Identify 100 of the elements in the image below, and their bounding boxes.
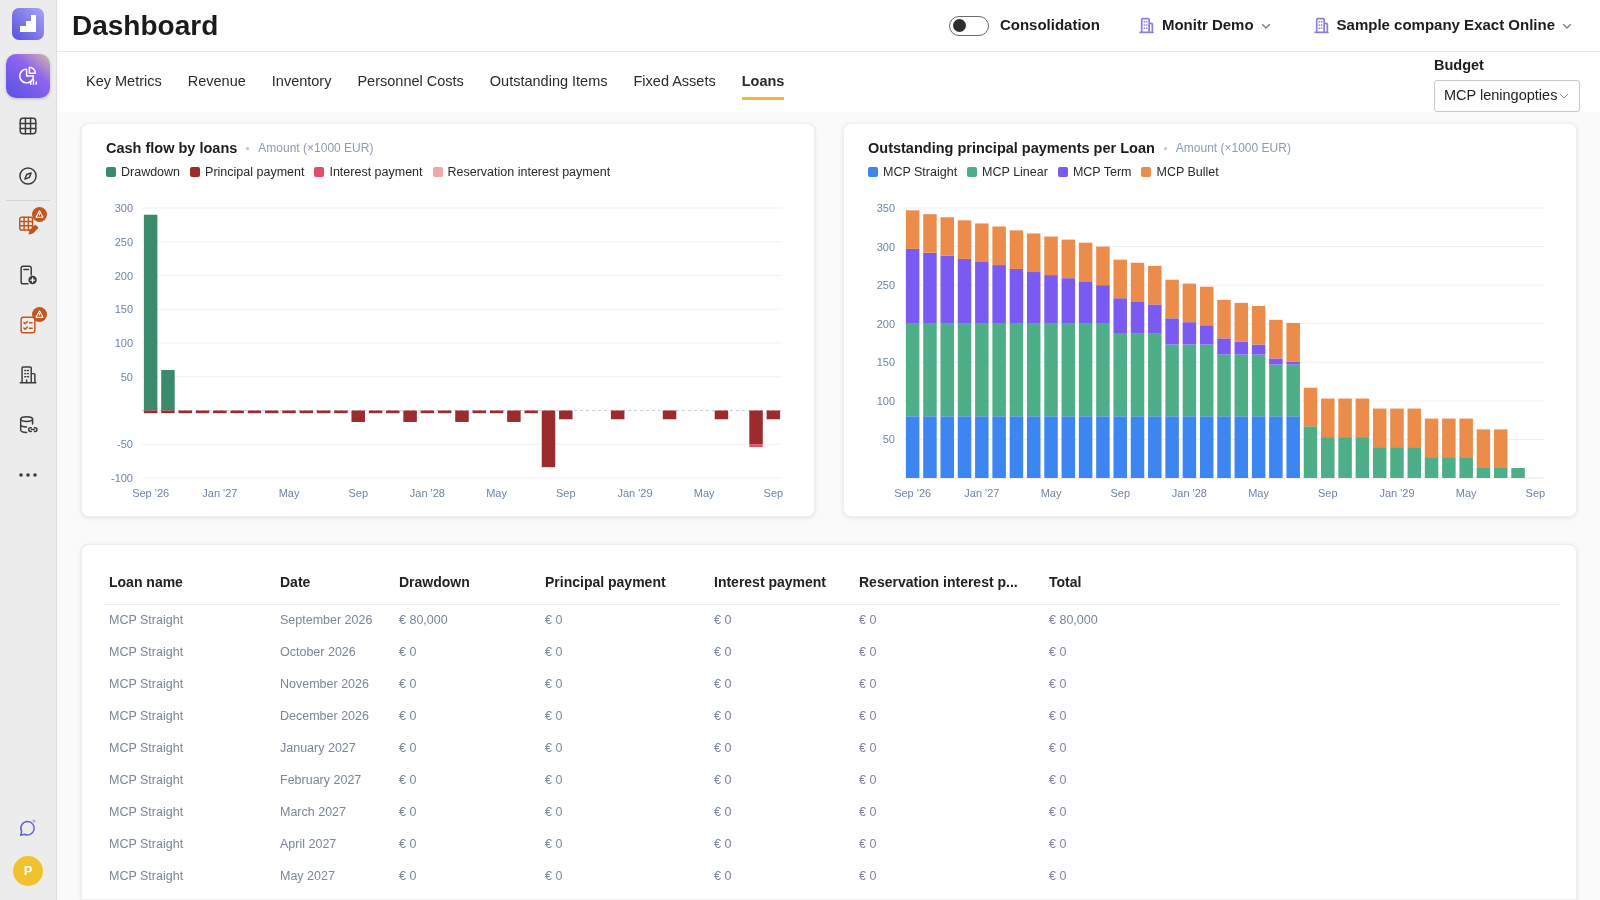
table-cell-text: € 0 xyxy=(545,643,563,661)
column-header: Reservation interest p... xyxy=(859,573,1018,593)
consolidation-toggle[interactable] xyxy=(948,15,989,36)
tab[interactable]: Inventory xyxy=(271,72,332,100)
chart-bar xyxy=(368,410,383,414)
grid-icon xyxy=(17,115,39,137)
column-header: Total xyxy=(1049,573,1082,593)
chart-unit-label: Amount (×1000 EUR) xyxy=(1163,137,1291,159)
tab[interactable]: Outstanding Items xyxy=(489,72,608,100)
chart-bar xyxy=(1130,262,1145,302)
table-cell-text: MCP Straight xyxy=(109,803,184,821)
company-selector[interactable]: Monitr Demo xyxy=(1137,14,1271,37)
building-icon xyxy=(1137,17,1155,34)
chart-bar xyxy=(316,410,331,414)
legend-label: Reservation interest payment xyxy=(447,164,611,181)
axis-tick-label: May xyxy=(278,487,300,499)
checklist-icon xyxy=(17,314,39,336)
tab[interactable]: Revenue xyxy=(187,72,246,100)
axis-tick-label: Sep '26 xyxy=(894,487,932,499)
chart-bar xyxy=(1078,242,1093,282)
table-cell-text: € 0 xyxy=(399,643,417,661)
chart-bar xyxy=(351,410,365,422)
legend-label: Drawdown xyxy=(121,164,181,181)
chart-bar xyxy=(766,410,781,420)
chart-title: Outstanding principal payments per Loan xyxy=(868,139,1155,158)
chart-bar xyxy=(455,410,469,422)
table-cell-text: MCP Straight xyxy=(109,611,184,629)
table-cell-text: € 0 xyxy=(1049,739,1067,757)
chart-bar xyxy=(1407,408,1421,448)
chart-bar xyxy=(1321,398,1335,438)
axis-tick-label: Sep '26 xyxy=(132,487,170,499)
axis-tick-label: Sep xyxy=(1318,487,1338,499)
table-cell-text: January 2027 xyxy=(280,739,356,757)
axis-tick-label: May xyxy=(486,487,507,499)
table-cell-text: € 0 xyxy=(399,803,417,821)
budget-label: Budget xyxy=(1434,56,1485,74)
axis-tick-label: 350 xyxy=(876,202,895,214)
table-cell-text: € 0 xyxy=(859,611,877,629)
chart-bar xyxy=(489,410,504,414)
axis-tick-label: May xyxy=(1455,487,1477,499)
chart-bar xyxy=(541,410,556,468)
chart-bar xyxy=(1303,387,1318,427)
axis-tick-label: May xyxy=(693,487,715,499)
legend-label: Principal payment xyxy=(205,164,305,181)
table-cell-text: € 80,000 xyxy=(1049,611,1098,629)
table-cell-text: € 80,000 xyxy=(399,611,448,629)
compass-icon xyxy=(17,165,39,187)
tab[interactable]: Loans xyxy=(741,72,785,100)
chart-bar xyxy=(1321,437,1335,478)
chart-bar xyxy=(662,410,677,420)
sidebar-nav-button[interactable] xyxy=(6,54,50,98)
chart-bar xyxy=(714,410,729,420)
table-cell-text: € 0 xyxy=(1049,771,1067,789)
chart-bar xyxy=(1372,408,1387,448)
chart-bar xyxy=(437,410,452,414)
table-cell-text: € 0 xyxy=(714,771,732,789)
axis-tick-label: 100 xyxy=(876,394,895,407)
company-selector[interactable]: Sample company Exact Online xyxy=(1312,14,1572,37)
axis-tick-label: 150 xyxy=(114,303,133,316)
tab[interactable]: Fixed Assets xyxy=(633,72,716,100)
table-cell-text: € 0 xyxy=(1049,867,1067,885)
page-title: Dashboard xyxy=(72,11,219,40)
axis-tick-label: 50 xyxy=(120,370,133,383)
table-cell-text: € 0 xyxy=(1049,803,1067,821)
axis-tick-label: Jan '27 xyxy=(202,487,238,499)
legend-label: MCP Straight xyxy=(883,164,958,181)
chart-bar xyxy=(1199,416,1214,478)
table-cell-text: € 0 xyxy=(859,739,877,757)
table-cell-text: € 0 xyxy=(859,675,877,693)
chart-bar xyxy=(178,410,192,414)
axis-tick-label: Sep xyxy=(763,487,784,499)
column-header: Date xyxy=(280,573,311,593)
tab[interactable]: Key Metrics xyxy=(86,72,162,100)
chart-bar xyxy=(472,410,487,414)
table-cell-text: October 2026 xyxy=(280,643,356,661)
chart-bar xyxy=(1338,437,1352,478)
chart-bar xyxy=(1355,398,1370,438)
legend-label: MCP Bullet xyxy=(1156,164,1219,181)
chart-bar xyxy=(1372,447,1387,478)
table-cell-text: € 0 xyxy=(859,835,877,853)
document-plus-icon xyxy=(17,264,39,286)
chart-bar xyxy=(1130,416,1145,478)
axis-tick-label: 200 xyxy=(876,317,895,330)
table-cell-text: € 0 xyxy=(859,867,877,885)
chart-bar xyxy=(1165,416,1179,478)
budget-dropdown[interactable]: MCP leningopties xyxy=(1434,80,1580,112)
table-cell-text: € 0 xyxy=(399,835,417,853)
chart-bar xyxy=(1355,437,1370,478)
table-cell-text: € 0 xyxy=(859,707,877,725)
tab[interactable]: Personnel Costs xyxy=(357,72,464,100)
chart-title: Cash flow by loans xyxy=(106,139,238,158)
axis-tick-label: Sep xyxy=(1525,487,1546,499)
table-cell-text: € 0 xyxy=(714,611,732,629)
chart-bar xyxy=(559,410,573,420)
chevron-down-icon xyxy=(1559,91,1569,101)
chart-bar xyxy=(610,410,625,420)
axis-tick-label: Jan '28 xyxy=(1171,487,1207,499)
table-cell-text: € 0 xyxy=(714,835,732,853)
table-cell-text: € 0 xyxy=(859,803,877,821)
chart-bar xyxy=(334,410,348,414)
